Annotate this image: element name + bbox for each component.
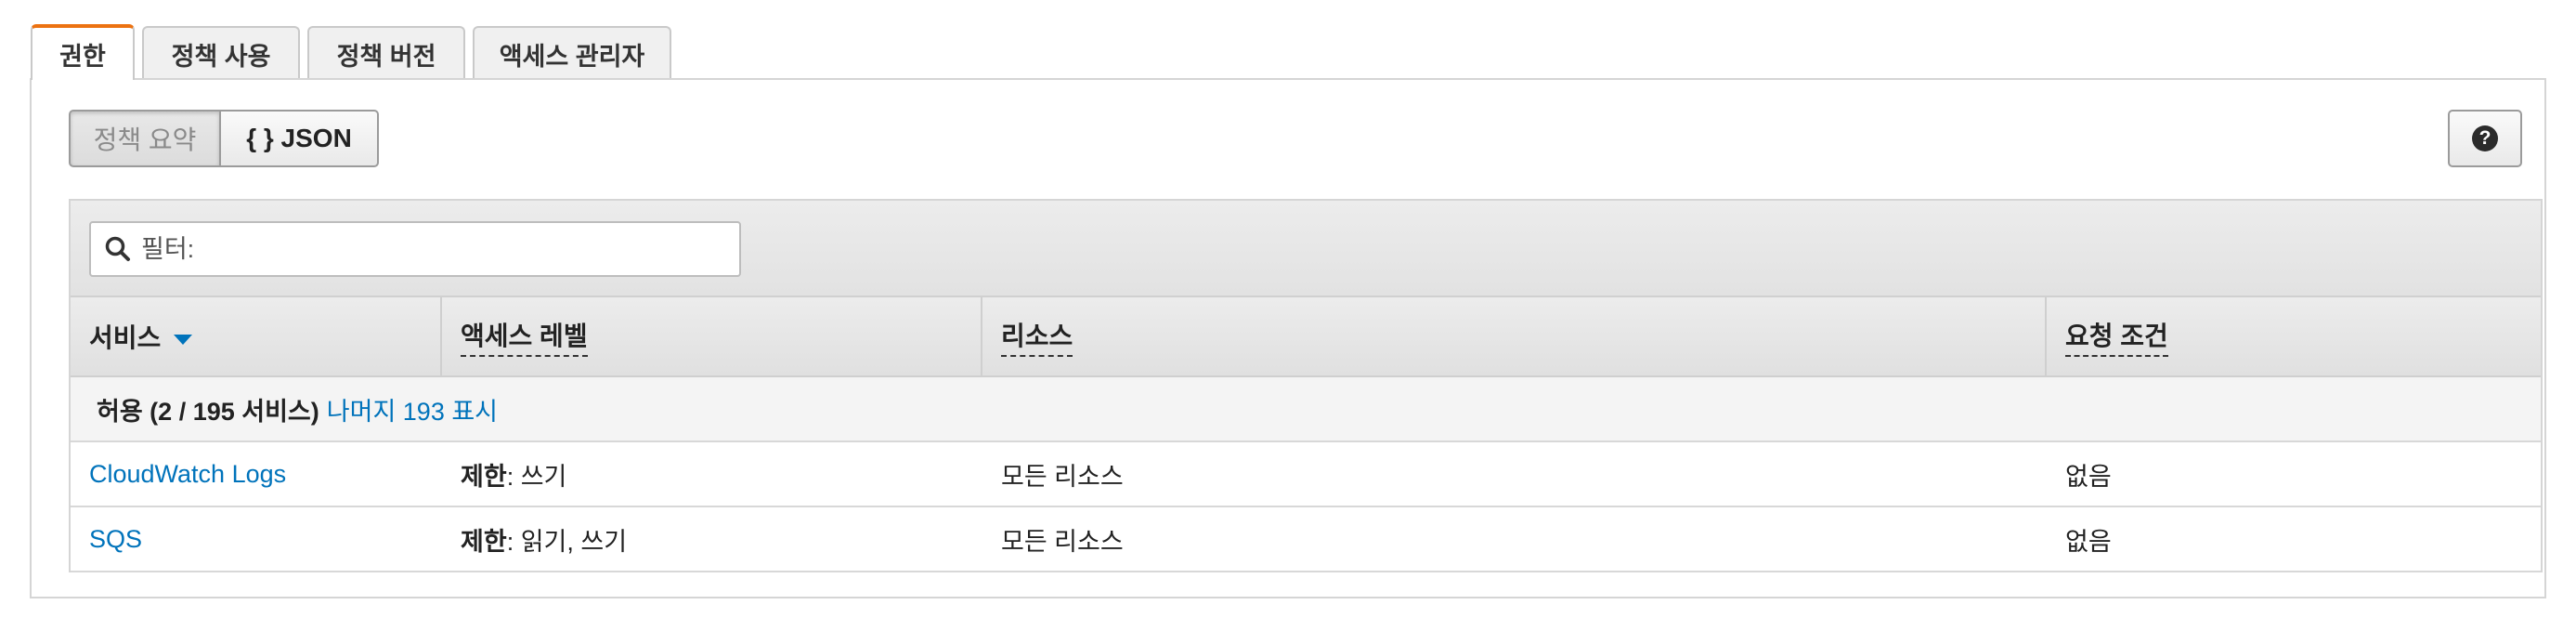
resource-cell: 모든 리소스 [1001,527,1124,556]
service-link[interactable]: CloudWatch Logs [89,460,286,489]
access-level-cell: 제한: 읽기, 쓰기 [442,507,982,571]
tab-access-advisor[interactable]: 액세스 관리자 [473,26,671,80]
tab-permissions[interactable]: 권한 [31,24,135,82]
policy-tabs: 권한 정책 사용 정책 버전 액세스 관리자 [31,24,679,82]
table-row: CloudWatch Logs 제한: 쓰기 모든 리소스 없음 [71,442,2541,507]
help-icon: ? [2472,125,2498,151]
access-level-cell: 제한: 쓰기 [442,442,982,506]
tab-policy-versions[interactable]: 정책 버전 [307,26,465,80]
filter-input[interactable] [139,233,700,265]
json-button[interactable]: { } JSON [221,110,379,167]
request-condition-cell: 없음 [2065,462,2112,491]
access-level-prefix: 제한 [461,527,507,556]
column-header-request-condition[interactable]: 요청 조건 [2047,297,2541,375]
permissions-panel: 정책 요약 { } JSON ? 서비스 액세스 레벨 리소스 [30,78,2546,598]
view-toggle: 정책 요약 { } JSON [69,110,379,167]
allow-group-row: 허용 (2 / 195 서비스) 나머지 193 표시 [71,377,2541,442]
help-button[interactable]: ? [2448,110,2522,167]
column-header-access-level-label: 액세스 레벨 [461,316,588,357]
table-row: SQS 제한: 읽기, 쓰기 모든 리소스 없음 [71,507,2541,572]
request-condition-cell: 없음 [2065,527,2112,556]
tab-policy-usage[interactable]: 정책 사용 [142,26,300,80]
service-cell: SQS [71,507,442,571]
service-link[interactable]: SQS [89,525,142,554]
column-header-service-label: 서비스 [89,323,162,352]
access-level-value: : 읽기, 쓰기 [506,527,628,556]
column-header-service[interactable]: 서비스 [71,297,442,375]
allow-group-label: 허용 (2 / 195 서비스) [97,397,319,426]
filter-field[interactable] [89,221,741,277]
access-level-value: : 쓰기 [506,462,567,491]
permissions-table: 서비스 액세스 레벨 리소스 요청 조건 허용 (2 / 195 서비스) 나머… [69,199,2543,572]
column-header-request-condition-label: 요청 조건 [2065,316,2168,357]
show-remaining-link[interactable]: 나머지 193 표시 [327,391,498,427]
table-header: 서비스 액세스 레벨 리소스 요청 조건 [71,297,2541,377]
filter-bar [71,201,2541,297]
access-level-prefix: 제한 [461,462,507,491]
column-header-resource-label: 리소스 [1001,316,1073,357]
resource-cell: 모든 리소스 [1001,462,1124,491]
sort-descending-icon [174,334,193,345]
search-icon [105,236,130,261]
column-header-resource[interactable]: 리소스 [982,297,2047,375]
service-cell: CloudWatch Logs [71,442,442,506]
policy-summary-button[interactable]: 정책 요약 [69,110,221,167]
column-header-access-level[interactable]: 액세스 레벨 [442,297,982,375]
